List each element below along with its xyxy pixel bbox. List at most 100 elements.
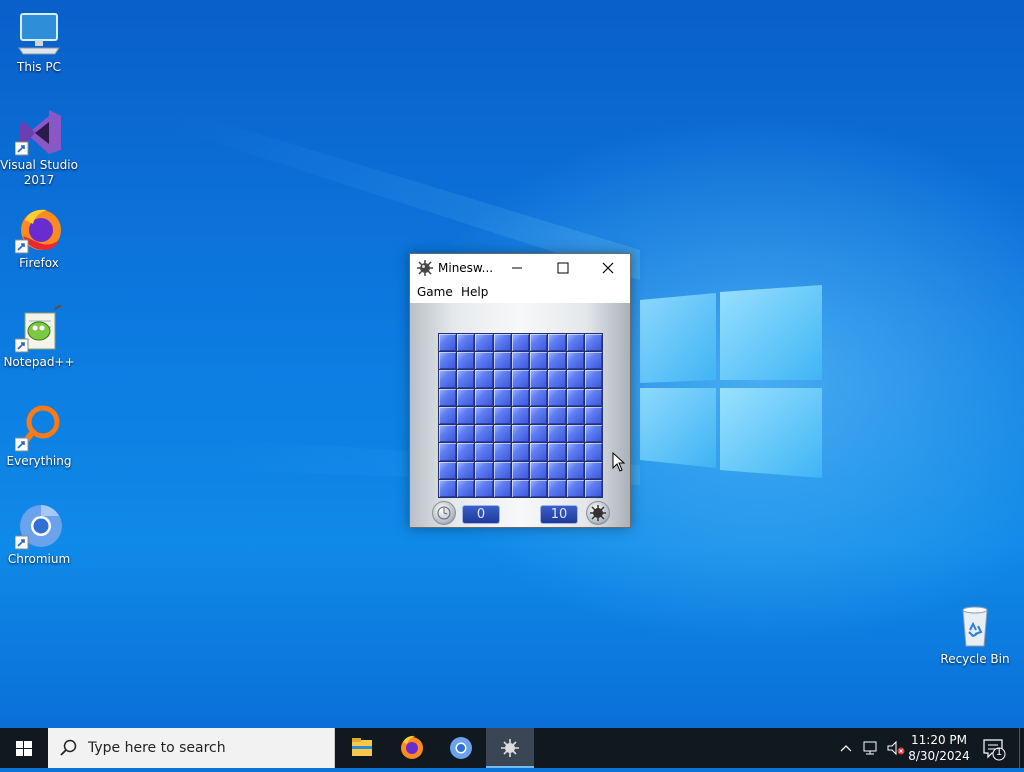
mine-cell[interactable]: [475, 352, 493, 370]
mine-cell[interactable]: [566, 443, 584, 461]
mine-cell[interactable]: [566, 370, 584, 388]
mine-cell[interactable]: [566, 334, 584, 352]
mine-cell[interactable]: [548, 370, 566, 388]
mine-cell[interactable]: [530, 352, 548, 370]
mine-cell[interactable]: [457, 443, 475, 461]
mine-cell[interactable]: [530, 406, 548, 425]
mine-cell[interactable]: [493, 352, 511, 370]
mine-cell[interactable]: [548, 461, 566, 479]
mine-cell[interactable]: [566, 352, 584, 370]
mine-cell[interactable]: [457, 425, 475, 443]
mine-cell[interactable]: [439, 406, 457, 425]
mine-cell[interactable]: [511, 406, 530, 425]
mine-cell[interactable]: [584, 443, 602, 461]
mine-cell[interactable]: [548, 388, 566, 406]
taskbar-clock[interactable]: 11:20 PM 8/30/2024: [906, 732, 972, 764]
taskbar-app-chromium[interactable]: [437, 728, 485, 768]
mine-cell[interactable]: [511, 334, 530, 352]
desktop-icon-notepadpp[interactable]: Notepad++: [0, 304, 78, 370]
mine-cell[interactable]: [457, 334, 475, 352]
mine-cell[interactable]: [548, 352, 566, 370]
chevron-up-icon[interactable]: [838, 740, 854, 756]
taskbar-app-file-explorer[interactable]: [338, 728, 386, 768]
mine-cell[interactable]: [566, 406, 584, 425]
minefield-grid[interactable]: [438, 333, 603, 498]
mine-cell[interactable]: [511, 352, 530, 370]
mine-cell[interactable]: [457, 479, 475, 497]
mine-cell[interactable]: [548, 479, 566, 497]
mine-cell[interactable]: [548, 406, 566, 425]
action-center-button[interactable]: 1: [978, 728, 1018, 768]
mine-cell[interactable]: [439, 443, 457, 461]
mine-cell[interactable]: [548, 425, 566, 443]
mine-cell[interactable]: [584, 334, 602, 352]
title-bar[interactable]: Minesw...: [410, 254, 630, 282]
minesweeper-window[interactable]: Minesw... Game Help 0 10: [409, 253, 631, 528]
mine-cell[interactable]: [566, 479, 584, 497]
mine-cell[interactable]: [511, 479, 530, 497]
taskbar-app-firefox[interactable]: [388, 728, 436, 768]
show-desktop-button[interactable]: [1019, 728, 1024, 768]
desktop-icon-firefox[interactable]: Firefox: [0, 206, 78, 271]
mine-cell[interactable]: [493, 443, 511, 461]
mine-cell[interactable]: [530, 370, 548, 388]
mine-cell[interactable]: [511, 443, 530, 461]
mine-cell[interactable]: [584, 425, 602, 443]
mine-cell[interactable]: [493, 479, 511, 497]
mine-cell[interactable]: [566, 388, 584, 406]
mine-cell[interactable]: [493, 461, 511, 479]
desktop-icon-visual-studio[interactable]: Visual Studio 2017: [0, 108, 78, 188]
volume-muted-icon[interactable]: [886, 740, 906, 756]
mine-cell[interactable]: [457, 370, 475, 388]
mine-cell[interactable]: [439, 352, 457, 370]
mine-cell[interactable]: [566, 461, 584, 479]
mine-cell[interactable]: [475, 334, 493, 352]
mine-cell[interactable]: [457, 388, 475, 406]
mine-cell[interactable]: [475, 370, 493, 388]
mine-cell[interactable]: [475, 388, 493, 406]
mine-cell[interactable]: [439, 479, 457, 497]
close-button[interactable]: [586, 254, 632, 282]
minimize-button[interactable]: [494, 254, 540, 282]
mine-cell[interactable]: [584, 388, 602, 406]
mine-cell[interactable]: [493, 388, 511, 406]
mine-cell[interactable]: [584, 406, 602, 425]
mine-cell[interactable]: [475, 406, 493, 425]
mine-cell[interactable]: [457, 461, 475, 479]
mine-cell[interactable]: [530, 461, 548, 479]
mine-cell[interactable]: [493, 370, 511, 388]
mine-cell[interactable]: [511, 425, 530, 443]
mine-cell[interactable]: [511, 388, 530, 406]
mine-cell[interactable]: [548, 443, 566, 461]
taskbar-app-minesweeper[interactable]: [486, 728, 534, 768]
mine-cell[interactable]: [439, 334, 457, 352]
mine-cell[interactable]: [584, 352, 602, 370]
mine-cell[interactable]: [584, 461, 602, 479]
desktop-icon-everything[interactable]: Everything: [0, 404, 78, 469]
mine-cell[interactable]: [548, 334, 566, 352]
mine-cell[interactable]: [511, 461, 530, 479]
network-icon[interactable]: [862, 740, 880, 756]
mine-cell[interactable]: [439, 425, 457, 443]
mine-cell[interactable]: [439, 388, 457, 406]
mine-cell[interactable]: [439, 370, 457, 388]
mine-cell[interactable]: [530, 479, 548, 497]
mine-cell[interactable]: [511, 370, 530, 388]
mine-cell[interactable]: [566, 425, 584, 443]
start-button[interactable]: [0, 728, 48, 768]
mine-cell[interactable]: [493, 334, 511, 352]
mine-cell[interactable]: [584, 479, 602, 497]
mine-cell[interactable]: [475, 425, 493, 443]
mine-cell[interactable]: [439, 461, 457, 479]
mine-cell[interactable]: [530, 443, 548, 461]
mine-cell[interactable]: [493, 406, 511, 425]
mine-cell[interactable]: [584, 370, 602, 388]
mine-cell[interactable]: [530, 334, 548, 352]
desktop-icon-chromium[interactable]: Chromium: [0, 502, 78, 567]
mine-cell[interactable]: [457, 352, 475, 370]
mine-cell[interactable]: [530, 388, 548, 406]
taskbar-search-box[interactable]: Type here to search: [48, 728, 335, 768]
desktop-icon-recycle-bin[interactable]: Recycle Bin: [936, 602, 1014, 667]
mine-cell[interactable]: [493, 425, 511, 443]
mine-cell[interactable]: [457, 406, 475, 425]
